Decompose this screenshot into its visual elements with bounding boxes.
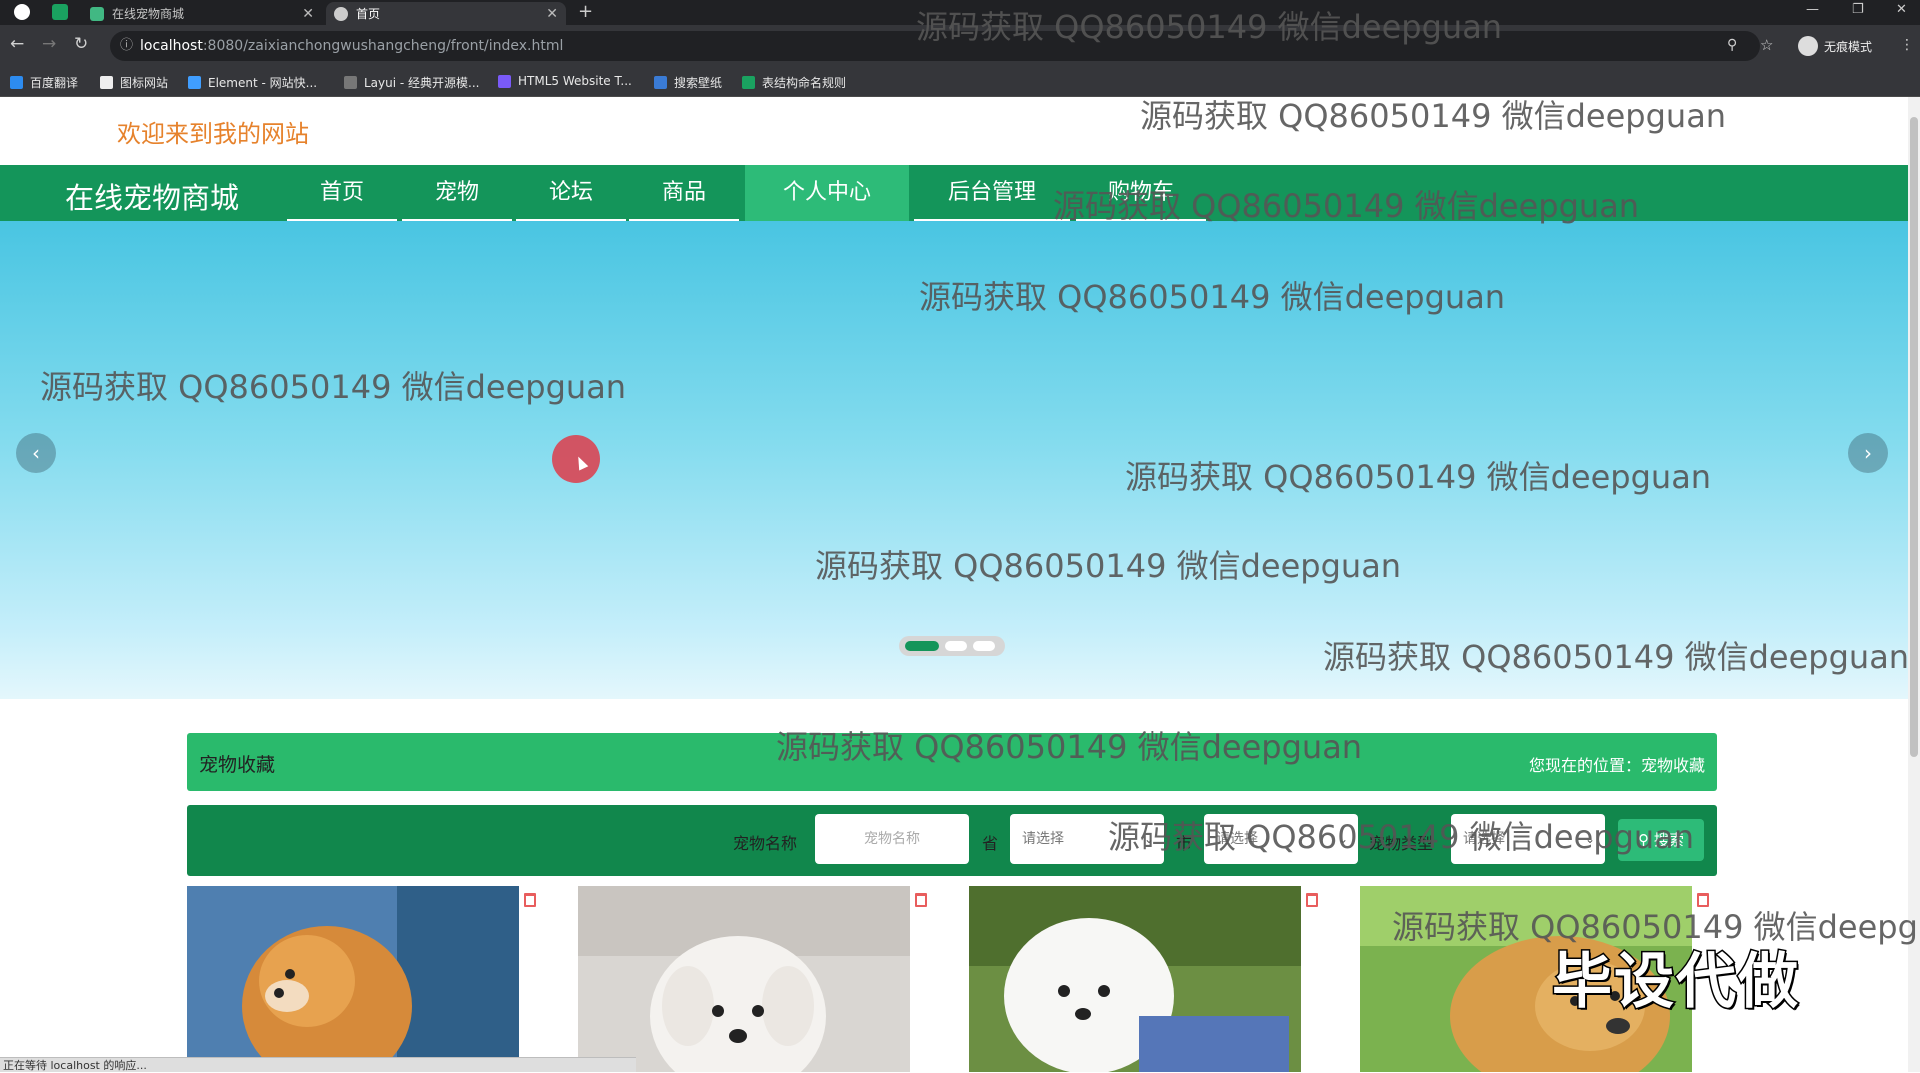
- province-label: 省: [982, 834, 999, 853]
- pet-type-label: 宠物类型: [1369, 834, 1434, 853]
- vue-logo-icon: [90, 6, 104, 21]
- chevron-down-icon: ⌄: [1143, 832, 1154, 846]
- close-icon[interactable]: ✕: [302, 6, 314, 22]
- layui-icon: [344, 76, 357, 89]
- tab-home[interactable]: 首页 ✕: [326, 2, 566, 25]
- section-title: 宠物收藏: [199, 754, 276, 776]
- city-label: 市: [1176, 834, 1193, 853]
- globe-icon: [334, 6, 348, 21]
- pinned-tab-icon[interactable]: [52, 4, 68, 20]
- status-bar: 正在等待 localhost 的响应...: [0, 1057, 636, 1072]
- incognito-icon: [1798, 36, 1818, 56]
- url-path: :8080/zaixianchongwushangcheng/front/ind…: [202, 38, 564, 54]
- pet-name-label: 宠物名称: [733, 834, 798, 853]
- pet-card-pomeranian[interactable]: [187, 886, 519, 1072]
- chevron-down-icon: ⌄: [1337, 832, 1348, 846]
- carousel-indicators: [899, 636, 1005, 656]
- delete-icon[interactable]: [524, 893, 536, 907]
- main-nav: 在线宠物商城 首页 宠物 论坛 商品 个人中心 后台管理 购物车: [0, 165, 1908, 221]
- nav-home[interactable]: 首页: [287, 165, 397, 221]
- chrome-menu-icon[interactable]: [14, 4, 30, 20]
- city-select[interactable]: 请选择 ⌄: [1204, 814, 1358, 864]
- delete-icon[interactable]: [915, 893, 927, 907]
- pet-photo: [969, 886, 1301, 1072]
- incognito-indicator[interactable]: 无痕模式: [1798, 36, 1872, 56]
- pet-type-select[interactable]: 请选择 ⌄: [1451, 814, 1605, 864]
- pet-card-bichon[interactable]: [969, 886, 1301, 1072]
- carousel-dot[interactable]: [973, 641, 995, 651]
- search-button[interactable]: ⚲ 搜索: [1618, 819, 1704, 861]
- carousel-dot[interactable]: [945, 641, 967, 651]
- bookmark-item[interactable]: 表结构命名规则: [742, 74, 846, 91]
- bookmark-item[interactable]: HTML5 Website T...: [498, 74, 632, 88]
- site-info-icon[interactable]: ⓘ: [120, 31, 133, 61]
- breadcrumb: 您现在的位置：宠物收藏: [1528, 756, 1705, 775]
- pet-card-maltese[interactable]: [578, 886, 910, 1072]
- bookmark-item[interactable]: 搜索壁纸: [654, 74, 722, 91]
- wallpaper-icon: [654, 76, 667, 89]
- tab-title: 首页: [356, 7, 381, 21]
- url-host: localhost: [140, 38, 203, 54]
- province-select[interactable]: 请选择 ⌄: [1010, 814, 1164, 864]
- zoom-icon[interactable]: ⚲: [1727, 37, 1737, 53]
- bookmark-star-icon[interactable]: ☆: [1760, 36, 1773, 54]
- nav-profile[interactable]: 个人中心: [745, 165, 909, 221]
- sheet-icon: [742, 76, 755, 89]
- back-icon[interactable]: ←: [10, 34, 24, 54]
- chevron-down-icon: ⌄: [1584, 832, 1595, 846]
- tab-title: 在线宠物商城: [112, 7, 185, 21]
- search-icon: ⚲: [1638, 831, 1654, 849]
- html5-icon: [498, 74, 511, 88]
- window-close-icon[interactable]: ✕: [1896, 2, 1907, 17]
- pet-photo: [187, 886, 519, 1072]
- section-title-bar: 宠物收藏 您现在的位置：宠物收藏: [187, 733, 1717, 791]
- scrollbar-thumb[interactable]: [1910, 117, 1918, 757]
- translate-icon: [10, 76, 23, 89]
- nav-admin[interactable]: 后台管理: [914, 165, 1070, 221]
- bookmark-item[interactable]: 图标网站: [100, 74, 168, 91]
- carousel-next-button[interactable]: ›: [1848, 433, 1888, 473]
- page-scrollbar[interactable]: [1908, 97, 1920, 1072]
- delete-icon[interactable]: [1697, 893, 1709, 907]
- address-toolbar: ← → ↻ ⓘ localhost:8080/zaixianchongwusha…: [0, 25, 1920, 67]
- page-viewport: 欢迎来到我的网站 在线宠物商城 首页 宠物 论坛 商品 个人中心 后台管理 购物…: [0, 97, 1908, 1072]
- search-bar: 宠物名称 宠物名称 省 请选择 ⌄ 市 请选择 ⌄ 宠物类型 请选择 ⌄ ⚲ 搜索: [187, 805, 1717, 876]
- tab-pet-mall[interactable]: 在线宠物商城 ✕: [82, 2, 322, 25]
- nav-pets[interactable]: 宠物: [402, 165, 512, 221]
- forward-icon[interactable]: →: [42, 34, 56, 54]
- delete-icon[interactable]: [1306, 893, 1318, 907]
- more-menu-icon[interactable]: ⋮: [1900, 37, 1914, 53]
- restore-icon[interactable]: ❐: [1852, 2, 1864, 17]
- pet-photo: [578, 886, 910, 1072]
- promo-badge: 毕设代做: [1551, 946, 1800, 1019]
- site-brand[interactable]: 在线宠物商城: [65, 175, 239, 217]
- url-bar[interactable]: ⓘ localhost:8080/zaixianchongwushangchen…: [110, 31, 1760, 61]
- close-icon[interactable]: ✕: [546, 6, 558, 22]
- element-icon: [188, 76, 201, 89]
- reload-icon[interactable]: ↻: [74, 34, 88, 54]
- bookmark-item[interactable]: Layui - 经典开源模...: [344, 74, 479, 91]
- nav-cart[interactable]: 购物车: [1076, 165, 1206, 221]
- bookmarks-bar: 百度翻译 图标网站 Element - 网站快... Layui - 经典开源模…: [0, 67, 1920, 97]
- carousel-prev-button[interactable]: ‹: [16, 433, 56, 473]
- pet-name-input[interactable]: 宠物名称: [815, 814, 969, 864]
- hero-carousel: ‹ ›: [0, 221, 1908, 699]
- bookmark-item[interactable]: Element - 网站快...: [188, 74, 317, 91]
- nav-products[interactable]: 商品: [629, 165, 739, 221]
- browser-tab-strip: 在线宠物商城 ✕ 首页 ✕ + — ❐ ✕: [0, 0, 1920, 25]
- flag-icon: [100, 76, 113, 89]
- welcome-text: 欢迎来到我的网站: [117, 120, 309, 148]
- new-tab-button[interactable]: +: [578, 1, 593, 22]
- nav-forum[interactable]: 论坛: [516, 165, 626, 221]
- carousel-dot[interactable]: [905, 641, 939, 651]
- incognito-label: 无痕模式: [1824, 39, 1873, 54]
- bookmark-item[interactable]: 百度翻译: [10, 74, 78, 91]
- minimize-icon[interactable]: —: [1806, 2, 1819, 17]
